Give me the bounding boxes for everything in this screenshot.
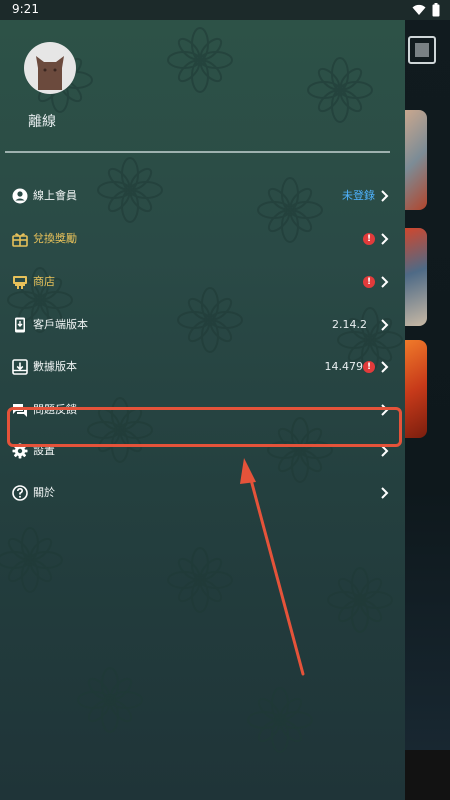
chevron-right-icon (381, 276, 389, 288)
chevron-right-icon (381, 361, 389, 373)
settings-highlight-annotation (7, 407, 402, 447)
account-circle-icon (12, 188, 28, 204)
alert-badge: ! (363, 276, 375, 288)
menu-item-label: 數據版本 (33, 360, 77, 373)
background-footer (405, 750, 450, 800)
menu-item-redeem[interactable]: 兌換獎勵 ! (0, 219, 405, 259)
alert-badge: ! (363, 361, 375, 373)
menu-item-shop[interactable]: 商店 ! (0, 262, 405, 302)
status-time: 9:21 (12, 2, 39, 16)
login-status-link[interactable]: 未登錄 (342, 188, 375, 204)
avatar[interactable] (24, 42, 76, 94)
client-version-value: 2.14.2 (332, 318, 367, 331)
store-icon (13, 276, 27, 289)
download-box-icon (12, 359, 28, 375)
background-banner-card (405, 340, 427, 438)
background-banner-card (405, 228, 427, 326)
gift-icon (12, 233, 28, 247)
background-banner-card (405, 110, 427, 210)
menu-item-label: 客戶端版本 (33, 318, 88, 331)
chevron-right-icon (381, 190, 389, 202)
status-bar: 9:21 (0, 0, 450, 20)
menu-item-data-version[interactable]: 數據版本 14.479 ! (0, 347, 405, 387)
menu-item-label: 關於 (33, 486, 55, 499)
battery-icon (432, 3, 440, 17)
username-label: 離線 (28, 114, 56, 130)
menu-item-about[interactable]: 關於 (0, 473, 405, 513)
chevron-right-icon (381, 233, 389, 245)
data-version-value: 14.479 (324, 360, 364, 373)
menu-item-member[interactable]: 線上會員 未登錄 (0, 176, 405, 216)
phone-download-icon (15, 317, 25, 333)
qr-scan-icon[interactable] (408, 36, 436, 64)
menu-item-label: 商店 (33, 275, 55, 288)
help-circle-icon (12, 485, 28, 501)
header-divider (5, 151, 390, 153)
status-icons (412, 3, 440, 17)
menu-item-label: 線上會員 (33, 189, 77, 202)
chevron-right-icon (381, 487, 389, 499)
alert-badge: ! (363, 233, 375, 245)
chevron-right-icon (381, 319, 389, 331)
wifi-icon (412, 4, 426, 15)
menu-item-label: 兌換獎勵 (33, 232, 77, 245)
cat-avatar-icon (36, 56, 64, 90)
menu-item-client-version[interactable]: 客戶端版本 2.14.2 (0, 305, 405, 345)
